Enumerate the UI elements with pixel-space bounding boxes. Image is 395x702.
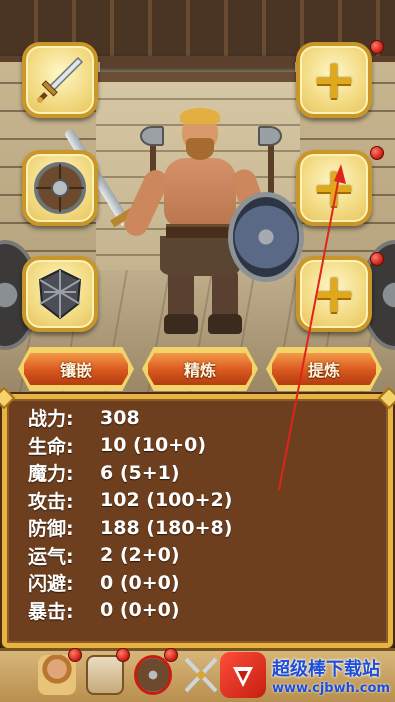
hero-portrait-icon xyxy=(38,655,76,695)
stat-dodge: 闪避: 0 (0+0) xyxy=(28,569,348,597)
stat-label: 魔力: xyxy=(28,463,74,486)
extract-button[interactable]: 提炼 xyxy=(269,350,379,388)
stats-list: 战力: 308 生命: 10 (10+0) 魔力: 6 (5+1) 攻击: 10… xyxy=(28,404,348,624)
stat-label: 运气: xyxy=(28,545,74,568)
bag-icon xyxy=(86,655,124,695)
stat-attack: 攻击: 102 (100+2) xyxy=(28,487,348,515)
back-beam xyxy=(96,72,296,82)
notification-dot xyxy=(370,146,384,160)
watermark: 超级棒下载站 www.cjbwh.com xyxy=(220,650,395,700)
refine-button[interactable]: 精炼 xyxy=(145,350,255,388)
stat-crit: 暴击: 0 (0+0) xyxy=(28,597,348,625)
hero-tab[interactable] xyxy=(34,648,82,700)
stat-label: 战力: xyxy=(28,408,74,431)
notification-dot xyxy=(164,648,178,662)
watermark-url: www.cjbwh.com xyxy=(272,680,390,696)
stat-value: 188 (180+8) xyxy=(100,516,233,539)
plus-icon: + xyxy=(311,48,357,111)
stat-defense: 防御: 188 (180+8) xyxy=(28,514,348,542)
battle-tab[interactable] xyxy=(178,650,224,700)
plus-icon: + xyxy=(311,156,357,219)
armor-icon xyxy=(32,266,88,322)
watermark-title: 超级棒下载站 xyxy=(272,658,380,680)
stat-power: 战力: 308 xyxy=(28,404,348,432)
notification-dot xyxy=(370,40,384,54)
crossed-swords-icon xyxy=(182,655,220,695)
round-shield-icon xyxy=(32,160,88,216)
stat-mana: 魔力: 6 (5+1) xyxy=(28,459,348,487)
notification-dot xyxy=(68,648,82,662)
shield-tab[interactable] xyxy=(130,648,178,700)
hero-hair xyxy=(180,108,220,124)
inlay-button[interactable]: 镶嵌 xyxy=(21,350,131,388)
sword-icon xyxy=(32,52,88,108)
stat-value: 2 (2+0) xyxy=(100,544,180,567)
empty-slot-3[interactable]: + xyxy=(296,256,372,332)
hero-torso xyxy=(164,158,236,228)
hero-shield xyxy=(228,192,304,282)
watermark-text: 超级棒下载站 www.cjbwh.com xyxy=(272,655,390,696)
stat-value: 0 (0+0) xyxy=(100,599,180,622)
empty-slot-2[interactable]: + xyxy=(296,150,372,226)
stat-value: 102 (100+2) xyxy=(100,489,233,512)
stat-value: 0 (0+0) xyxy=(100,571,180,594)
hero-boot-right xyxy=(208,314,242,334)
notification-dot xyxy=(116,648,130,662)
plus-icon: + xyxy=(311,262,357,325)
shield-slot[interactable] xyxy=(22,150,98,226)
empty-slot-1[interactable]: + xyxy=(296,42,372,118)
stat-luck: 运气: 2 (2+0) xyxy=(28,542,348,570)
hero-character xyxy=(63,108,304,338)
notification-dot xyxy=(370,252,384,266)
armor-slot[interactable] xyxy=(22,256,98,332)
hero-boot-left xyxy=(164,314,198,334)
stat-label: 攻击: xyxy=(28,490,74,513)
weapon-slot[interactable] xyxy=(22,42,98,118)
stat-label: 防御: xyxy=(28,518,74,541)
stat-label: 生命: xyxy=(28,435,74,458)
watermark-logo xyxy=(220,652,266,698)
shield-icon xyxy=(134,655,172,695)
stat-value: 10 (10+0) xyxy=(100,434,207,457)
hero-belt xyxy=(166,224,236,238)
bag-tab[interactable] xyxy=(82,648,130,700)
stat-label: 闪避: xyxy=(28,573,74,596)
stat-label: 暴击: xyxy=(28,600,74,623)
stat-health: 生命: 10 (10+0) xyxy=(28,432,348,460)
stat-value: 6 (5+1) xyxy=(100,461,180,484)
hero-beard xyxy=(186,138,214,160)
stat-value: 308 xyxy=(100,406,140,429)
